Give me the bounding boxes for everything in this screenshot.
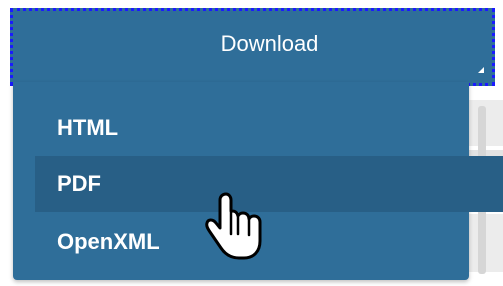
dropdown-corner-icon (478, 67, 484, 73)
download-button[interactable]: Download (10, 8, 495, 86)
screen: Download HTML PDF OpenXML (0, 0, 503, 286)
menu-item-pdf[interactable]: PDF (35, 156, 503, 212)
hand-pointer-icon (205, 192, 262, 260)
download-button-label: Download (220, 31, 319, 56)
menu-item-label: HTML (57, 115, 119, 140)
menu-item-html[interactable]: HTML (13, 100, 469, 156)
menu-item-label: OpenXML (57, 229, 160, 254)
menu-item-label: PDF (57, 171, 101, 196)
